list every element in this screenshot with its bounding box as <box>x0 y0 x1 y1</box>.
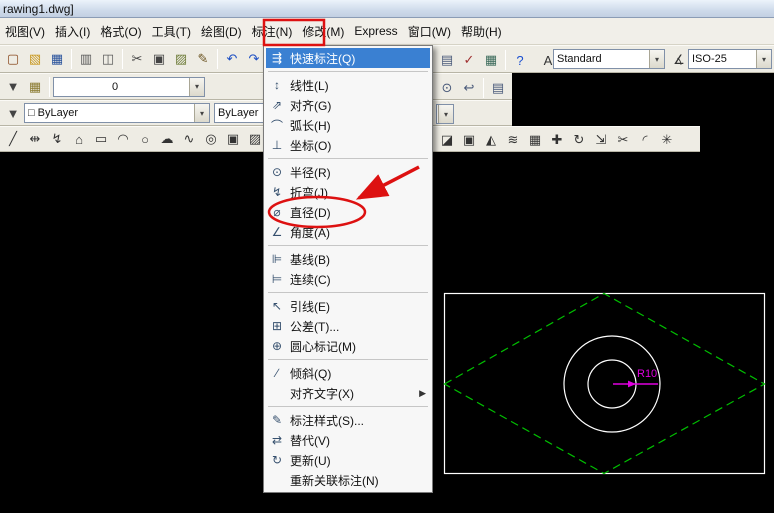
menu-item-icon: ⊞ <box>268 319 286 333</box>
menu-item-update[interactable]: ↻ 更新(U) <box>266 450 430 470</box>
menu-item-label: 倾斜(Q) <box>290 365 412 382</box>
menu-item-label: 角度(A) <box>290 224 412 241</box>
submenu-arrow-icon: ▶ <box>416 388 426 399</box>
menu-item-oblique[interactable]: ∕ 倾斜(Q) <box>266 363 430 383</box>
menu-item-label: 直径(D) <box>290 204 412 221</box>
menu-item-label: 引线(E) <box>290 298 412 315</box>
menu-item-label: 折弯(J) <box>290 184 412 201</box>
menu-item-align-text[interactable]: 对齐文字(X) ▶ <box>266 383 430 403</box>
menu-item-icon: ↻ <box>268 453 286 467</box>
menu-item-icon: ↕ <box>268 78 286 92</box>
separator <box>268 245 428 246</box>
menu-item-aligned[interactable]: ⇗ 对齐(G) <box>266 95 430 115</box>
separator <box>268 158 428 159</box>
menu-item-label: 重新关联标注(N) <box>290 472 412 489</box>
menu-item-linear[interactable]: ↕ 线性(L) <box>266 75 430 95</box>
menu-item-quick-dimension[interactable]: ⇶ 快速标注(Q) <box>266 48 430 68</box>
menu-item-label: 弧长(H) <box>290 117 412 134</box>
menu-item-icon: ⊥ <box>268 138 286 152</box>
menu-item-label: 标注样式(S)... <box>290 412 412 429</box>
menu-item-label: 圆心标记(M) <box>290 338 412 355</box>
menu-item-diameter[interactable]: ⌀ 直径(D) <box>266 202 430 222</box>
radius-dimension-arrow-icon <box>628 381 636 388</box>
menu-item-continue[interactable]: ⊨ 连续(C) <box>266 269 430 289</box>
menu-item-label: 基线(B) <box>290 251 412 268</box>
separator <box>268 406 428 407</box>
menu-item-reassociate[interactable]: 重新关联标注(N) <box>266 470 430 490</box>
menu-item-icon: ⌀ <box>268 205 286 219</box>
menu-item-icon: ⊙ <box>268 165 286 179</box>
menu-item-radius[interactable]: ⊙ 半径(R) <box>266 162 430 182</box>
menu-item-icon: ⇶ <box>268 51 286 65</box>
menu-item-leader[interactable]: ↖ 引线(E) <box>266 296 430 316</box>
menu-item-baseline[interactable]: ⊫ 基线(B) <box>266 249 430 269</box>
menu-item-label: 公差(T)... <box>290 318 412 335</box>
menu-item-icon: ∕ <box>268 366 286 380</box>
radius-dimension-label: R10 <box>637 368 657 380</box>
menu-item-jogged[interactable]: ↯ 折弯(J) <box>266 182 430 202</box>
menu-item-label: 线性(L) <box>290 77 412 94</box>
menu-item-label: 快速标注(Q) <box>290 50 412 67</box>
menu-item-dimension-style[interactable]: ✎ 标注样式(S)... <box>266 410 430 430</box>
menu-item-icon: ✎ <box>268 413 286 427</box>
menu-item-icon: ⊨ <box>268 272 286 286</box>
menu-item-ordinate[interactable]: ⊥ 坐标(O) <box>266 135 430 155</box>
menu-item-icon: ↯ <box>268 185 286 199</box>
separator <box>268 359 428 360</box>
menu-item-label: 对齐(G) <box>290 97 412 114</box>
separator <box>268 292 428 293</box>
separator <box>268 71 428 72</box>
menu-item-icon: ⇗ <box>268 98 286 112</box>
menu-item-center-mark[interactable]: ⊕ 圆心标记(M) <box>266 336 430 356</box>
menu-item-label: 半径(R) <box>290 164 412 181</box>
menu-item-arc-length[interactable]: ⌒ 弧长(H) <box>266 115 430 135</box>
menu-item-label: 更新(U) <box>290 452 412 469</box>
menu-item-icon: ⊕ <box>268 339 286 353</box>
menu-item-icon: ↖ <box>268 299 286 313</box>
menu-item-label: 替代(V) <box>290 432 412 449</box>
menu-item-icon: ∠ <box>268 225 286 239</box>
drawing-rectangle <box>445 294 765 474</box>
menu-item-angular[interactable]: ∠ 角度(A) <box>266 222 430 242</box>
autocad-window: rawing1.dwg] 视图(V) 插入(I) 格式(O) 工具(T) 绘图(… <box>0 0 774 513</box>
menu-item-label: 对齐文字(X) <box>290 385 412 402</box>
menu-item-icon: ⇄ <box>268 433 286 447</box>
menu-item-tolerance[interactable]: ⊞ 公差(T)... <box>266 316 430 336</box>
menu-item-icon: ⊫ <box>268 252 286 266</box>
menu-item-label: 坐标(O) <box>290 137 412 154</box>
drawing-dashed-diamond <box>445 294 765 474</box>
dimension-dropdown-menu: ⇶ 快速标注(Q) ↕ 线性(L) ⇗ 对齐(G) ⌒ 弧长(H) ⊥ 坐标(O… <box>263 45 433 493</box>
menu-item-override[interactable]: ⇄ 替代(V) <box>266 430 430 450</box>
menu-item-label: 连续(C) <box>290 271 412 288</box>
menu-item-icon: ⌒ <box>268 117 286 134</box>
